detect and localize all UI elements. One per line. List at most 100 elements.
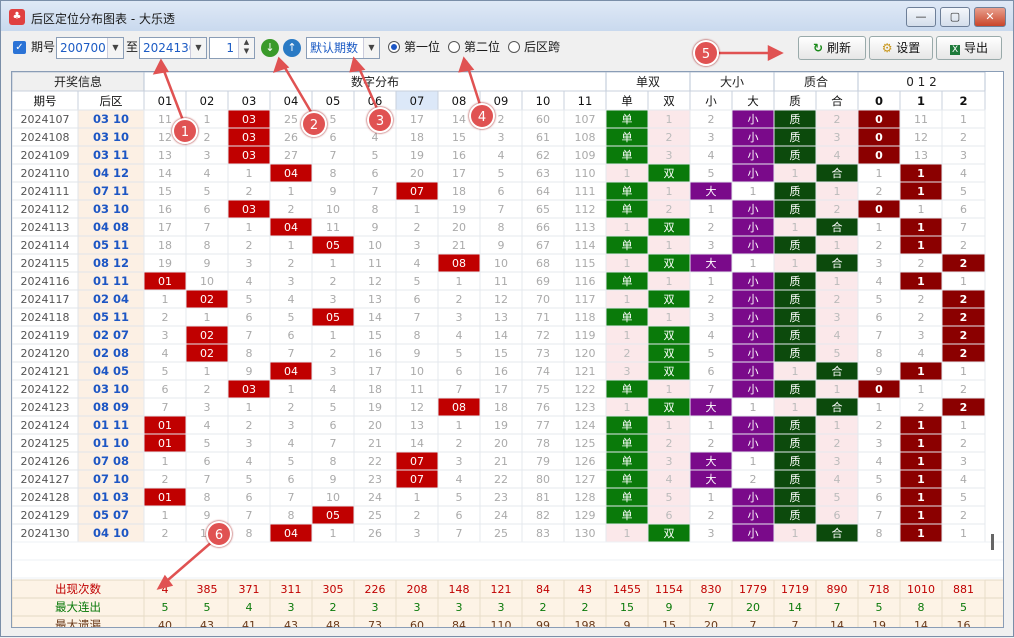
maximize-button[interactable]: ▢ <box>940 7 970 27</box>
omission-value: 16 <box>368 347 382 360</box>
header-group-label: 开奖信息 <box>54 74 102 89</box>
omission-value: 18 <box>494 401 508 414</box>
start-period-combo[interactable]: 2007001 ▼ <box>56 37 124 59</box>
to-label: 至 <box>126 40 139 54</box>
omission-value: 21 <box>368 437 382 450</box>
omission-value: 117 <box>575 293 596 306</box>
back-zone-value: 01 03 <box>93 490 129 504</box>
count-spinner[interactable]: 1 ▲ ▼ <box>209 37 255 59</box>
settings-button[interactable]: ⚙ 设置 <box>869 36 933 60</box>
hit-number-value: 07 <box>410 473 424 486</box>
prime-value: 合 <box>832 526 843 540</box>
omission-value: 1 <box>162 293 169 306</box>
stats-value: 305 <box>323 583 344 596</box>
annotation-marker: 1 <box>172 118 198 144</box>
oddeven-value: 1 <box>624 257 631 270</box>
refresh-label: 刷新 <box>826 41 851 55</box>
hit-number-value: 03 <box>242 131 256 144</box>
period-value: 2024116 <box>21 275 70 288</box>
omission-value: 1 <box>414 203 421 216</box>
omission-value: 5 <box>330 401 337 414</box>
hit-number-value: 01 <box>158 419 172 432</box>
hit-number-value: 05 <box>326 311 340 324</box>
end-period-combo[interactable]: 2024130 ▼ <box>139 37 207 59</box>
oddeven-value: 1 <box>666 383 673 396</box>
mod-value: 3 <box>960 149 967 162</box>
mod-value: 1 <box>960 275 967 288</box>
omission-value: 1 <box>456 275 463 288</box>
period-checkbox[interactable]: ✓ <box>13 41 26 54</box>
prime-value: 4 <box>834 149 841 162</box>
omission-value: 122 <box>575 383 596 396</box>
omission-value: 5 <box>246 473 253 486</box>
back-zone-value: 01 11 <box>93 418 129 432</box>
close-button[interactable]: ✕ <box>974 7 1006 27</box>
period-value: 2024110 <box>21 167 70 180</box>
size-value: 2 <box>708 113 715 126</box>
omission-value: 4 <box>288 293 295 306</box>
oddeven-value: 双 <box>664 167 675 180</box>
refresh-button[interactable]: ↻ 刷新 <box>798 36 866 60</box>
size-value: 1 <box>750 455 757 468</box>
omission-value: 6 <box>246 311 253 324</box>
omission-value: 19 <box>368 401 382 414</box>
oddeven-value: 单 <box>622 437 633 450</box>
omission-value: 8 <box>246 347 253 360</box>
mod-value: 1 <box>876 401 883 414</box>
minimize-button[interactable]: — <box>906 7 936 27</box>
chevron-down-icon[interactable]: ▼ <box>363 38 379 58</box>
omission-value: 7 <box>330 437 337 450</box>
omission-value: 2 <box>330 347 337 360</box>
radio-second-position[interactable] <box>448 41 460 53</box>
mod-value: 1 <box>917 419 925 432</box>
chevron-down-icon[interactable]: ▼ <box>107 38 123 58</box>
mod-value: 2 <box>918 401 925 414</box>
window-title: 后区定位分布图表 - 大乐透 <box>31 12 175 26</box>
radio-back-span[interactable] <box>508 41 520 53</box>
default-mode-combo[interactable]: 默认期数 ▼ <box>306 37 380 59</box>
period-value: 2024126 <box>21 455 70 468</box>
mod-value: 1 <box>960 527 967 540</box>
export-button[interactable]: X 导出 <box>936 36 1002 60</box>
omission-value: 82 <box>536 509 550 522</box>
stats-value: 8 <box>918 601 925 614</box>
omission-value: 121 <box>575 365 596 378</box>
down-arrow-icon[interactable]: ↓ <box>261 39 279 57</box>
omission-value: 79 <box>536 455 550 468</box>
spin-arrows-icon[interactable]: ▲ ▼ <box>238 38 254 58</box>
omission-value: 7 <box>414 311 421 324</box>
stats-value: 4 <box>246 601 253 614</box>
oddeven-value: 单 <box>622 185 633 198</box>
prime-value: 质 <box>790 437 801 450</box>
omission-value: 17 <box>452 167 466 180</box>
period-value: 2024112 <box>21 203 70 216</box>
oddeven-value: 单 <box>622 419 633 432</box>
distribution-table[interactable]: 开奖信息 数字分布 单双 大小 质合 0 1 2 期号 后区 01 02 03 04 05 06 07 08 0… <box>11 71 1004 628</box>
size-value: 小 <box>748 383 759 396</box>
omission-value: 6 <box>330 131 337 144</box>
mod-value: 5 <box>876 293 883 306</box>
stats-value: 226 <box>365 583 386 596</box>
omission-value: 74 <box>536 365 550 378</box>
omission-value: 2 <box>456 293 463 306</box>
size-value: 5 <box>708 167 715 180</box>
omission-value: 10 <box>326 203 340 216</box>
omission-value: 10 <box>200 275 214 288</box>
up-arrow-icon[interactable]: ↑ <box>283 39 301 57</box>
mod-value: 2 <box>876 185 883 198</box>
omission-value: 13 <box>368 293 382 306</box>
prime-value: 1 <box>792 257 799 270</box>
period-value: 2024124 <box>21 419 70 432</box>
oddeven-value: 1 <box>624 329 631 342</box>
header-group-label: 质合 <box>804 74 828 89</box>
omission-value: 3 <box>414 239 421 252</box>
header-column-label: 1 <box>917 94 925 108</box>
omission-value: 7 <box>456 383 463 396</box>
chevron-down-icon[interactable]: ▼ <box>190 38 206 58</box>
prime-value: 合 <box>832 364 843 378</box>
omission-value: 6 <box>372 167 379 180</box>
mod-value: 0 <box>875 113 883 126</box>
radio-first-position[interactable] <box>388 41 400 53</box>
back-zone-value: 03 10 <box>93 130 129 144</box>
mod-value: 1 <box>960 419 967 432</box>
